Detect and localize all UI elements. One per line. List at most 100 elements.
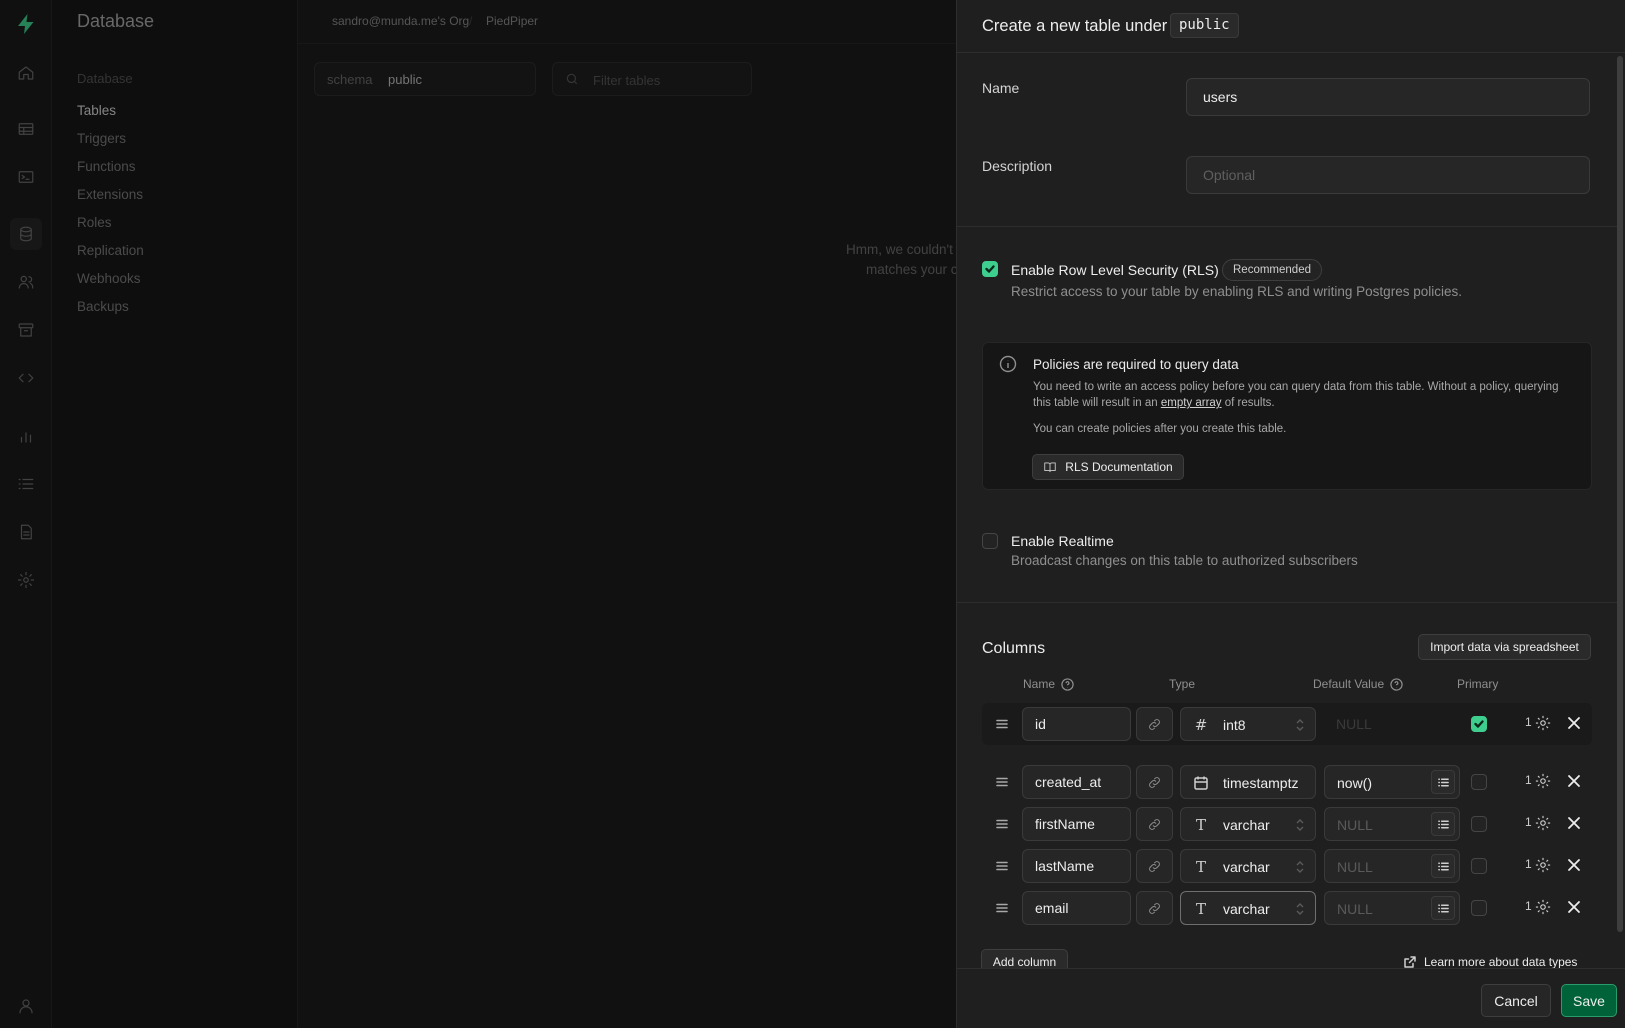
- drag-handle-icon[interactable]: [994, 900, 1010, 916]
- divider: [957, 226, 1617, 227]
- column-type-value: int8: [1223, 717, 1246, 733]
- drag-handle-icon[interactable]: [994, 858, 1010, 874]
- remove-column-icon[interactable]: [1566, 815, 1582, 831]
- list-icon: [1437, 820, 1449, 828]
- panel-scrollbar[interactable]: [1617, 56, 1623, 932]
- column-type-select[interactable]: Tvarchar: [1180, 849, 1316, 883]
- column-settings-count: 1: [1525, 857, 1532, 871]
- column-settings-count: 1: [1525, 815, 1532, 829]
- remove-column-icon[interactable]: [1566, 857, 1582, 873]
- name-label: Name: [982, 80, 1020, 96]
- column-name-input[interactable]: email: [1022, 891, 1131, 925]
- modal-overlay[interactable]: [0, 0, 956, 1028]
- text-icon: T: [1195, 816, 1206, 834]
- chevron-up-down-icon: [1295, 902, 1305, 916]
- gear-icon[interactable]: [1534, 856, 1552, 874]
- column-settings-count: 1: [1525, 715, 1532, 729]
- chevron-up-down-icon: [1295, 718, 1305, 732]
- column-header-name: Name: [1023, 677, 1074, 691]
- calendar-icon: [1193, 775, 1209, 791]
- help-icon[interactable]: [1061, 677, 1074, 691]
- primary-key-checkbox[interactable]: [1471, 774, 1487, 790]
- remove-column-icon[interactable]: [1566, 715, 1582, 731]
- default-value-menu-button[interactable]: [1431, 812, 1455, 836]
- table-row: firstName Tvarchar NULL 1: [982, 803, 1592, 845]
- foreign-key-link-button[interactable]: [1136, 765, 1173, 799]
- primary-key-checkbox[interactable]: [1471, 900, 1487, 916]
- help-icon[interactable]: [1390, 677, 1403, 691]
- list-icon: [1437, 904, 1449, 912]
- column-type-value: varchar: [1223, 901, 1270, 917]
- column-name-input[interactable]: lastName: [1022, 849, 1131, 883]
- column-name-input[interactable]: created_at: [1022, 765, 1131, 799]
- description-input[interactable]: Optional: [1186, 156, 1590, 194]
- realtime-label: Enable Realtime: [1011, 533, 1114, 549]
- create-table-panel: Create a new table under public Name use…: [956, 0, 1625, 1028]
- default-value-menu-button[interactable]: [1431, 770, 1455, 794]
- column-type-value: varchar: [1223, 817, 1270, 833]
- link-icon: [1149, 818, 1160, 830]
- column-type-select[interactable]: # int8: [1180, 707, 1316, 741]
- hash-icon: #: [1194, 716, 1208, 734]
- list-icon: [1437, 862, 1449, 870]
- primary-key-checkbox[interactable]: [1471, 858, 1487, 874]
- chevron-up-down-icon: [1295, 818, 1305, 832]
- default-value-menu-button[interactable]: [1431, 854, 1455, 878]
- schema-code-chip: public: [1170, 13, 1239, 38]
- drag-handle-icon[interactable]: [994, 816, 1010, 832]
- column-type-select[interactable]: Tvarchar: [1180, 891, 1316, 925]
- default-value-input[interactable]: NULL: [1324, 849, 1460, 883]
- drag-handle-icon[interactable]: [994, 716, 1010, 732]
- column-type-value: timestamptz: [1223, 775, 1299, 791]
- remove-column-icon[interactable]: [1566, 773, 1582, 789]
- link-icon: [1149, 902, 1160, 914]
- column-header-primary: Primary: [1457, 677, 1499, 691]
- link-icon: [1149, 718, 1160, 730]
- import-spreadsheet-button[interactable]: Import data via spreadsheet: [1418, 634, 1591, 660]
- primary-key-checkbox[interactable]: [1471, 816, 1487, 832]
- drag-handle-icon[interactable]: [994, 774, 1010, 790]
- foreign-key-link-button[interactable]: [1136, 891, 1173, 925]
- remove-column-icon[interactable]: [1566, 899, 1582, 915]
- foreign-key-link-button[interactable]: [1136, 849, 1173, 883]
- column-header-default: Default Value: [1313, 677, 1403, 691]
- gear-icon[interactable]: [1534, 814, 1552, 832]
- column-type-select[interactable]: timestamptz: [1180, 765, 1316, 799]
- gear-icon[interactable]: [1534, 772, 1552, 790]
- column-header-type: Type: [1169, 677, 1196, 691]
- column-type-select[interactable]: Tvarchar: [1180, 807, 1316, 841]
- text-icon: T: [1195, 900, 1206, 918]
- rls-documentation-button[interactable]: RLS Documentation: [1032, 454, 1184, 480]
- divider: [957, 602, 1617, 603]
- default-value-input[interactable]: NULL: [1324, 891, 1460, 925]
- chevron-up-down-icon: [1295, 860, 1305, 874]
- learn-data-types-link[interactable]: Learn more about data types: [1404, 955, 1577, 969]
- rls-checkbox[interactable]: [982, 261, 998, 277]
- column-name-input[interactable]: id: [1022, 707, 1131, 741]
- save-button[interactable]: Save: [1561, 984, 1617, 1017]
- recommended-badge: Recommended: [1222, 259, 1322, 281]
- panel-title: Create a new table under: [982, 17, 1168, 35]
- realtime-checkbox[interactable]: [982, 533, 998, 549]
- primary-key-checkbox[interactable]: [1471, 716, 1487, 732]
- panel-header: Create a new table under public: [957, 0, 1625, 53]
- notice-title: Policies are required to query data: [1033, 357, 1239, 372]
- policies-notice: Policies are required to query data You …: [982, 342, 1592, 490]
- table-name-input[interactable]: users: [1186, 78, 1590, 116]
- foreign-key-link-button[interactable]: [1136, 707, 1173, 741]
- column-name-input[interactable]: firstName: [1022, 807, 1131, 841]
- cancel-button[interactable]: Cancel: [1481, 984, 1551, 1017]
- gear-icon[interactable]: [1534, 898, 1552, 916]
- link-icon: [1149, 776, 1160, 788]
- gear-icon[interactable]: [1534, 714, 1552, 732]
- default-value-menu-button[interactable]: [1431, 896, 1455, 920]
- default-value-input[interactable]: NULL: [1324, 707, 1460, 741]
- default-value-input[interactable]: now(): [1324, 765, 1460, 799]
- table-row: lastName Tvarchar NULL 1: [982, 845, 1592, 887]
- book-icon: [1044, 462, 1056, 473]
- link-icon: [1149, 860, 1160, 872]
- foreign-key-link-button[interactable]: [1136, 807, 1173, 841]
- info-icon: [999, 355, 1017, 373]
- empty-array-link[interactable]: empty array: [1161, 397, 1222, 409]
- default-value-input[interactable]: NULL: [1324, 807, 1460, 841]
